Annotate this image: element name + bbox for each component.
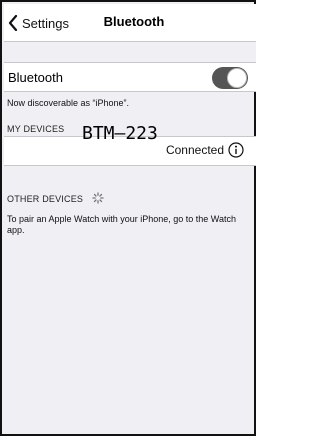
section-spacer (4, 42, 256, 62)
bluetooth-label: Bluetooth (8, 70, 63, 85)
toggle-knob (227, 68, 247, 88)
bluetooth-toggle[interactable] (212, 67, 248, 89)
spinner-icon (92, 192, 104, 204)
apple-watch-pair-hint: To pair an Apple Watch with your iPhone,… (7, 214, 236, 235)
page-title: Bluetooth (103, 14, 165, 29)
device-connection-status: Connected (165, 143, 224, 157)
my-devices-header: MY DEVICES (7, 124, 65, 134)
device-name: BTM—223 (82, 123, 158, 144)
navigation-bar: Settings Bluetooth (4, 4, 256, 42)
other-devices-header: OTHER DEVICES (7, 194, 84, 204)
discoverable-status: Now discoverable as “iPhone”. (7, 98, 130, 108)
bluetooth-toggle-row: Bluetooth (4, 62, 256, 92)
info-icon[interactable] (228, 142, 244, 158)
phone-screen: Settings Bluetooth Bluetooth Now discove… (0, 0, 256, 436)
